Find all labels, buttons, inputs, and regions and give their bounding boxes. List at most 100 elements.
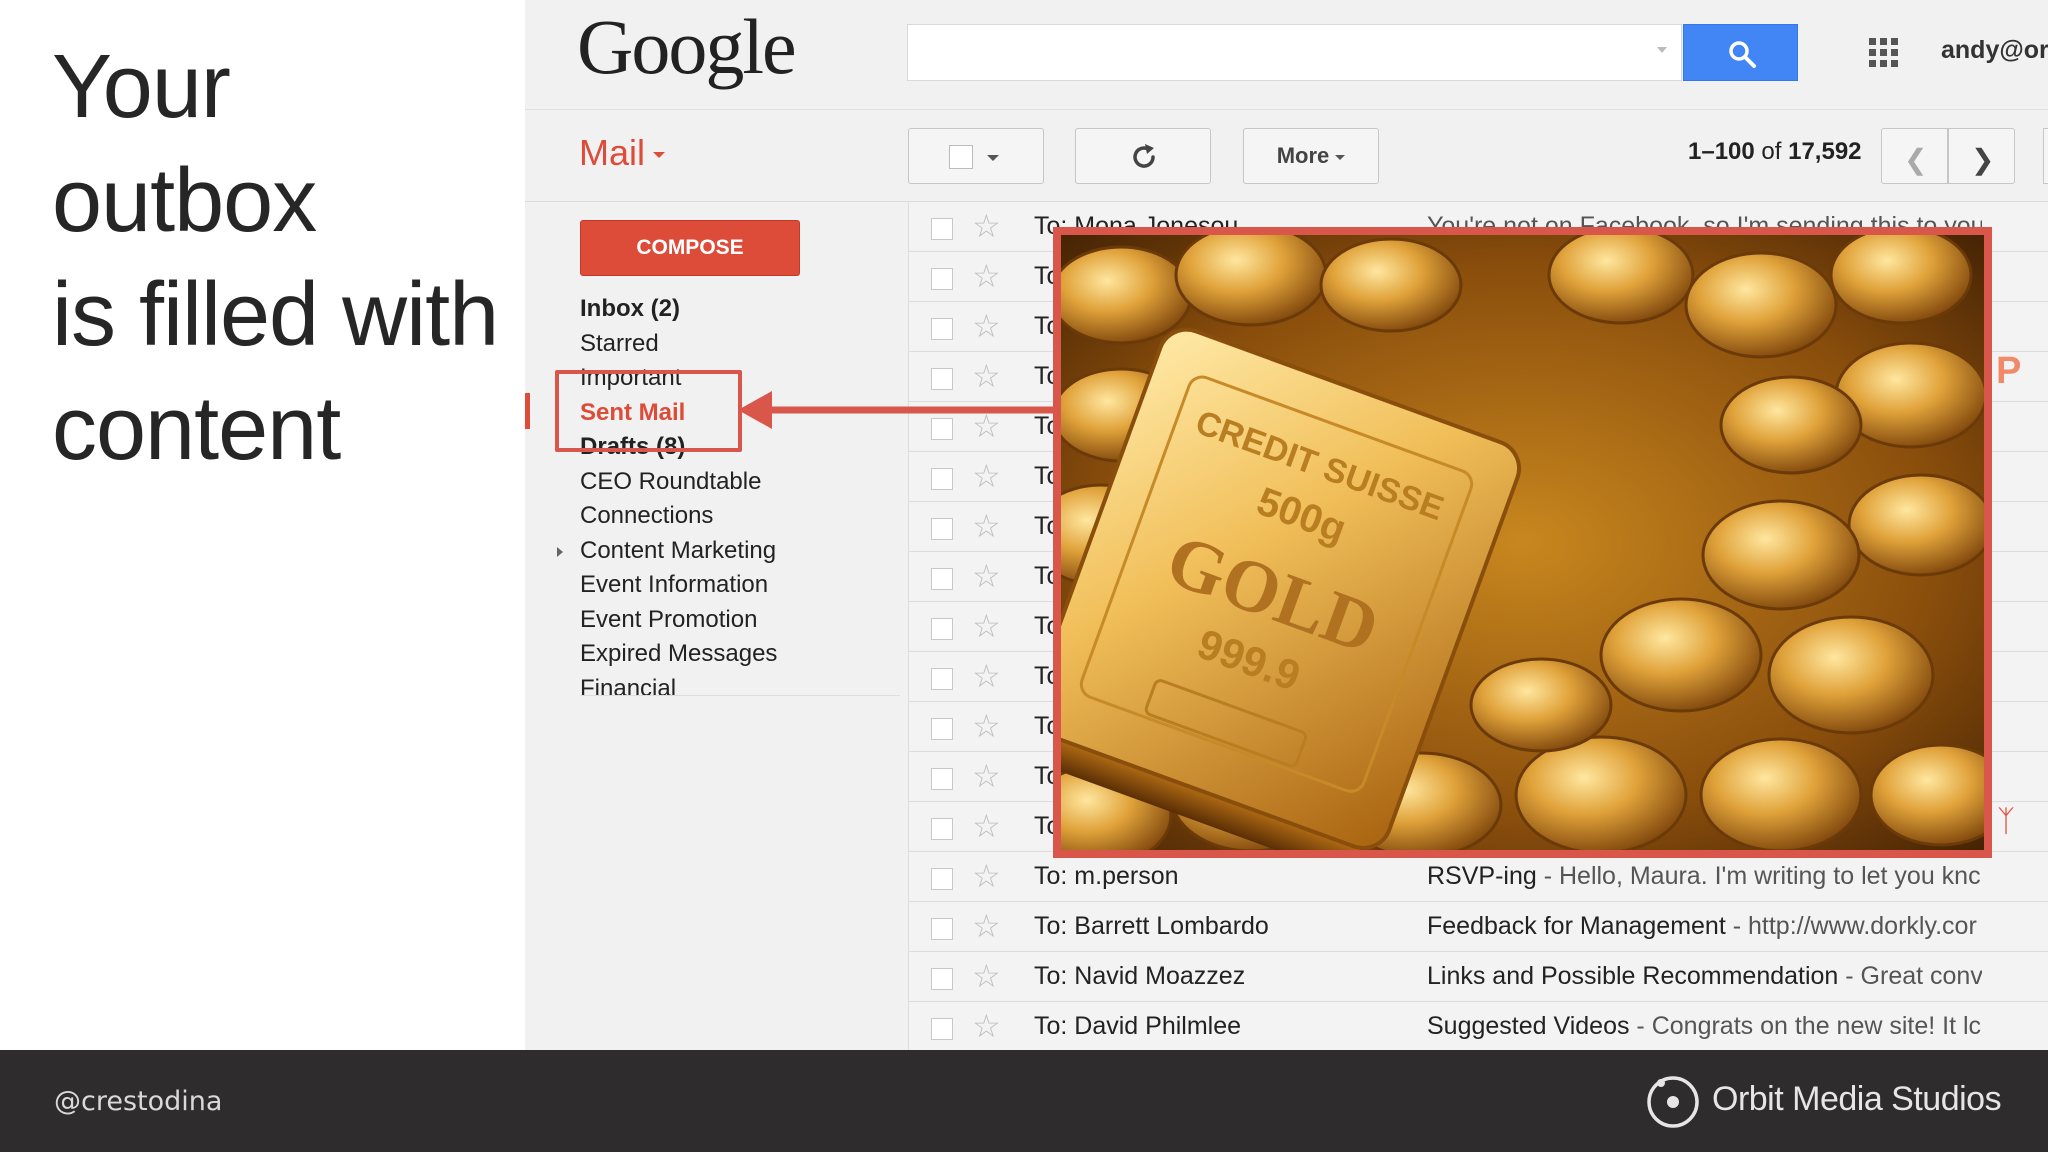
label-ceo-roundtable[interactable]: CEO Roundtable bbox=[580, 465, 777, 500]
search-options-caret-icon[interactable] bbox=[1657, 47, 1667, 53]
label-event-information[interactable]: Event Information bbox=[580, 568, 777, 603]
email-row[interactable]: ☆ To: Barrett Lombardo Feedback for Manage… bbox=[909, 902, 2048, 952]
row-checkbox[interactable] bbox=[931, 468, 953, 490]
email-subject-text: Links and Possible Recommendation bbox=[1427, 962, 1839, 990]
gold-bar-photo: CREDIT SUISSE 500g GOLD 999.9 bbox=[1053, 227, 1992, 858]
prev-page-button[interactable]: ❮ bbox=[1881, 128, 1948, 184]
arrow-pointer-icon bbox=[738, 391, 1054, 429]
star-icon[interactable]: ☆ bbox=[972, 508, 1001, 544]
slide-footer: @crestodina Orbit Media Studios bbox=[0, 1050, 2048, 1152]
star-icon[interactable]: ☆ bbox=[972, 558, 1001, 594]
star-icon[interactable]: ☆ bbox=[972, 958, 1001, 994]
chevron-down-icon bbox=[653, 152, 666, 159]
folder-starred[interactable]: Starred bbox=[580, 327, 777, 362]
email-snippet: - Hello, Maura. I'm writing to let you k… bbox=[1536, 862, 1981, 890]
star-icon[interactable]: ☆ bbox=[972, 658, 1001, 694]
account-name[interactable]: andy@or bbox=[1941, 36, 2048, 65]
star-icon[interactable]: ☆ bbox=[972, 258, 1001, 294]
label-content-marketing[interactable]: Content Marketing bbox=[556, 534, 777, 569]
pagination-total: 17,592 bbox=[1788, 138, 1862, 165]
pdf-icon: ᛉ bbox=[1997, 805, 2015, 838]
row-checkbox[interactable] bbox=[931, 618, 953, 640]
row-checkbox[interactable] bbox=[931, 718, 953, 740]
row-checkbox[interactable] bbox=[931, 218, 953, 240]
email-subject: Links and Possible Recommendation - Grea… bbox=[1427, 962, 1982, 991]
gold-coins-image: CREDIT SUISSE 500g GOLD 999.9 bbox=[1061, 235, 1984, 850]
email-snippet: - Congrats on the new site! It lc bbox=[1629, 1012, 1982, 1040]
star-icon[interactable]: ☆ bbox=[972, 1008, 1001, 1044]
email-subject-text: RSVP-ing bbox=[1427, 862, 1537, 890]
slide-title-line: is filled with bbox=[52, 265, 499, 365]
settings-button[interactable] bbox=[2043, 128, 2048, 184]
star-icon[interactable]: ☆ bbox=[972, 208, 1001, 244]
row-checkbox[interactable] bbox=[931, 668, 953, 690]
twitter-handle: @crestodina bbox=[54, 1086, 223, 1117]
next-page-button[interactable]: ❯ bbox=[1948, 128, 2015, 184]
email-recipient: To: Navid Moazzez bbox=[1034, 962, 1246, 990]
email-row[interactable]: ☆ To: Navid Moazzez Links and Possible Rec… bbox=[909, 952, 2048, 1002]
email-recipient: To: David Philmlee bbox=[1034, 1012, 1242, 1040]
compose-button[interactable]: COMPOSE bbox=[580, 220, 800, 276]
row-checkbox[interactable] bbox=[931, 1018, 953, 1040]
more-label: More bbox=[1276, 143, 1330, 168]
email-row[interactable]: ☆ To: David Philmlee Suggested Videos - Co… bbox=[909, 1002, 2048, 1050]
row-checkbox[interactable] bbox=[931, 318, 953, 340]
row-checkbox[interactable] bbox=[931, 768, 953, 790]
chevron-down-icon bbox=[1335, 154, 1346, 160]
sent-mail-highlight bbox=[555, 370, 742, 452]
label-expired-messages[interactable]: Expired Messages bbox=[580, 637, 777, 672]
folder-list: Inbox (2) Starred Important Sent Mail Dr… bbox=[556, 292, 777, 707]
search-icon bbox=[1729, 41, 1756, 68]
pagination-of: of bbox=[1761, 138, 1782, 165]
search-input[interactable] bbox=[907, 24, 1682, 81]
search-button[interactable] bbox=[1683, 24, 1798, 81]
chevron-right-icon: ❯ bbox=[1971, 144, 1995, 175]
slide-title-line: Your outbox bbox=[52, 37, 317, 251]
email-row[interactable]: ☆ To: m.person RSVP-ing - Hello, Maura. I'… bbox=[909, 852, 2048, 902]
mail-toolbar: Mail More 1–100 of 17,592 ❮ ❯ bbox=[525, 110, 2048, 202]
star-icon[interactable]: ☆ bbox=[972, 458, 1001, 494]
row-checkbox[interactable] bbox=[931, 268, 953, 290]
refresh-icon bbox=[1133, 144, 1155, 168]
star-icon[interactable]: ☆ bbox=[972, 808, 1001, 844]
chevron-left-icon: ❮ bbox=[1904, 144, 1928, 175]
chevron-down-icon bbox=[987, 155, 999, 161]
row-checkbox[interactable] bbox=[931, 818, 953, 840]
row-checkbox[interactable] bbox=[931, 968, 953, 990]
star-icon[interactable]: ☆ bbox=[972, 608, 1001, 644]
row-checkbox[interactable] bbox=[931, 918, 953, 940]
label-connections[interactable]: Connections bbox=[580, 499, 777, 534]
pagination-info: 1–100 of 17,592 bbox=[1688, 138, 1862, 166]
email-recipient: To: m.person bbox=[1034, 862, 1179, 890]
star-icon[interactable]: ☆ bbox=[972, 758, 1001, 794]
slide-title: Your outbox is filled with content bbox=[52, 30, 512, 486]
folder-divider bbox=[580, 695, 900, 696]
star-icon[interactable]: ☆ bbox=[972, 908, 1001, 944]
checkbox-icon bbox=[949, 145, 973, 169]
select-all-button[interactable] bbox=[908, 128, 1044, 184]
row-checkbox[interactable] bbox=[931, 568, 953, 590]
refresh-button[interactable] bbox=[1075, 128, 1211, 184]
row-checkbox[interactable] bbox=[931, 868, 953, 890]
folder-inbox[interactable]: Inbox (2) bbox=[580, 292, 777, 327]
active-folder-indicator bbox=[525, 393, 530, 429]
apps-grid-icon[interactable] bbox=[1869, 38, 1899, 68]
pagination-range: 1–100 bbox=[1688, 138, 1755, 165]
brand-name: Orbit Media Studios bbox=[1712, 1080, 2002, 1118]
label-event-promotion[interactable]: Event Promotion bbox=[580, 603, 777, 638]
email-recipient: To: Barrett Lombardo bbox=[1034, 912, 1269, 940]
star-icon[interactable]: ☆ bbox=[972, 308, 1001, 344]
email-subject: Feedback for Management - http://www.dor… bbox=[1427, 912, 1982, 941]
row-checkbox[interactable] bbox=[931, 518, 953, 540]
partial-glyph: P bbox=[1996, 350, 2022, 392]
more-button[interactable]: More bbox=[1243, 128, 1379, 184]
star-icon[interactable]: ☆ bbox=[972, 708, 1001, 744]
star-icon[interactable]: ☆ bbox=[972, 858, 1001, 894]
mail-label: Mail bbox=[579, 132, 646, 173]
label-financial[interactable]: Financial bbox=[580, 672, 777, 707]
google-logo[interactable]: Google bbox=[577, 2, 797, 92]
email-subject-text: Suggested Videos bbox=[1427, 1012, 1630, 1040]
mail-menu[interactable]: Mail bbox=[579, 132, 666, 174]
email-snippet: - http://www.dorkly.cor bbox=[1725, 912, 1977, 940]
orbit-logo-icon bbox=[1647, 1076, 1699, 1128]
